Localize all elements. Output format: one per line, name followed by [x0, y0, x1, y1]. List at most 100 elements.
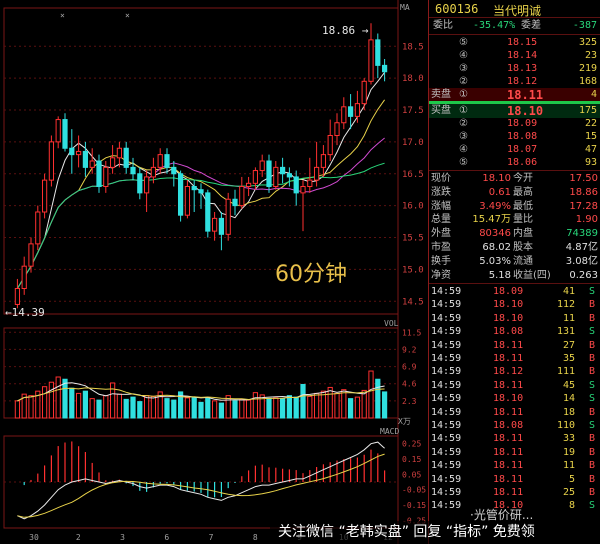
- candle-body: [157, 154, 163, 168]
- x-tick-label: 8: [253, 533, 258, 542]
- volume-bar: [28, 395, 34, 419]
- candle-body: [55, 119, 61, 143]
- stat-label: 总量: [431, 214, 451, 226]
- candle-body: [21, 265, 27, 289]
- weibi-label: 委比: [433, 20, 453, 31]
- volume-bar: [375, 378, 381, 419]
- ask-price: 18.12: [507, 76, 538, 87]
- volume-bar: [103, 395, 109, 419]
- volume-bar: [266, 398, 272, 419]
- tick-price: 18.11: [493, 353, 524, 364]
- price-tick-label: 18.0: [402, 74, 424, 84]
- tick-time: 14:59: [431, 353, 462, 364]
- candle-body: [75, 150, 82, 156]
- tick-flag: B: [588, 366, 595, 378]
- tick-time: 14:59: [431, 312, 462, 324]
- candle-body: [368, 39, 374, 82]
- candle-body: [361, 80, 367, 105]
- bid-level: ⑤: [459, 157, 468, 168]
- bid-volume: 15: [584, 131, 597, 142]
- tick-flag: S: [588, 286, 595, 297]
- vol-tag: VOL: [384, 319, 399, 328]
- price-tick-label: 15.5: [402, 234, 424, 244]
- candle-body: [48, 141, 55, 181]
- dif-line: [17, 441, 385, 520]
- candle-body: [62, 119, 68, 149]
- stat-label: 涨幅: [431, 200, 451, 212]
- stat-label-2: 股本: [513, 242, 533, 253]
- volume-bar: [164, 398, 170, 419]
- tick-price: 18.11: [493, 487, 524, 498]
- candle-body: [41, 179, 48, 213]
- ask-level: ④: [459, 50, 468, 61]
- candle-body: [116, 147, 123, 159]
- volume-bar: [171, 399, 177, 419]
- tick-time: 14:59: [431, 473, 462, 485]
- volume-bar: [232, 400, 238, 419]
- tick-row: 14:59 18.11 18 B: [429, 406, 600, 420]
- candle-body: [266, 160, 272, 187]
- tick-price: 18.11: [493, 460, 524, 472]
- stat-value-2: 17.50: [569, 173, 598, 184]
- x-tick-label: 3: [120, 533, 125, 542]
- candle-body: [286, 173, 293, 178]
- tick-price: 18.08: [493, 420, 524, 431]
- candle-body: [82, 150, 89, 168]
- candle-body: [109, 157, 116, 168]
- price-tick-label: 14.5: [402, 297, 424, 307]
- high-price-label: 18.86 →: [322, 24, 369, 37]
- ask-level-row: ④ 18.14 23: [429, 49, 600, 63]
- quote-header: 600136 当代明诚: [429, 0, 600, 18]
- weibi-row: 委比 -35.47% 委差 -387: [429, 19, 600, 33]
- tick-flag: B: [588, 406, 595, 418]
- volume-bar: [327, 386, 333, 419]
- tick-row: 14:59 18.11 35 B: [429, 352, 600, 366]
- ask-level-row: ⑤ 18.15 325: [429, 36, 600, 50]
- stat-label-2: 最高: [513, 186, 533, 198]
- candle-body: [143, 176, 150, 194]
- candle-body: [171, 166, 177, 175]
- tick-volume: 27: [562, 339, 575, 351]
- stat-value-2: 0.263: [569, 269, 598, 281]
- tick-price: 18.11: [493, 379, 524, 391]
- macd-tick-label: -0.05: [402, 486, 426, 495]
- bid-volume: 47: [584, 144, 597, 155]
- vol-tick-label: 9.2: [402, 345, 417, 354]
- candle-body: [14, 288, 21, 305]
- quote-stat-row: 换手 5.03% 流通 3.08亿: [429, 255, 600, 269]
- bid-level: ①: [459, 105, 468, 116]
- volume-bar: [252, 392, 259, 419]
- vol-tick-label: 4.6: [402, 380, 417, 389]
- ask-volume: 219: [578, 63, 597, 74]
- price-tick-label: 15.0: [402, 265, 424, 275]
- tick-flag: B: [588, 460, 595, 472]
- tick-flag: B: [588, 433, 595, 445]
- x-tick-label: 30: [29, 533, 39, 542]
- tick-row: 14:59 18.10 14 S: [429, 392, 600, 406]
- tick-row: 14:59 18.11 11 B: [429, 459, 600, 473]
- bid-level-row: ② 18.09 22: [429, 117, 600, 131]
- tick-row: 14:59 18.08 110 S: [429, 419, 600, 433]
- tick-time: 14:59: [431, 339, 462, 351]
- ask-volume: 4: [590, 89, 597, 100]
- quote-stat-row: 现价 18.10 今开 17.50: [429, 172, 600, 186]
- stat-label: 涨跌: [431, 186, 451, 198]
- volume-bar: [313, 392, 320, 419]
- volume-bar: [286, 395, 293, 419]
- quote-stat-row: 净资 5.18 收益(四) 0.263: [429, 269, 600, 283]
- kline-chart[interactable]: 18.5 18.0 17.5 17.0 16.5 16.0 15.5 15.0 14.5 MA VO…: [0, 0, 428, 544]
- vol-tick-label: 11.5: [402, 328, 421, 337]
- macd-tick-label: 0.15: [402, 455, 421, 464]
- tick-flag: B: [588, 446, 595, 458]
- tick-time: 14:59: [431, 286, 462, 297]
- stat-label: 市盈: [431, 242, 451, 253]
- bid-level-row: ④ 18.07 47: [429, 143, 600, 157]
- timeframe-annotation: 60分钟: [275, 262, 347, 287]
- candle-body: [137, 173, 143, 194]
- tick-row: 14:59 18.08 131 S: [429, 325, 600, 339]
- stat-value-2: 4.87亿: [565, 242, 598, 253]
- tick-row: 14:59 18.11 45 S: [429, 379, 600, 393]
- tick-time: 14:59: [431, 420, 462, 431]
- tick-flag: B: [588, 312, 595, 324]
- tick-volume: 25: [562, 487, 575, 498]
